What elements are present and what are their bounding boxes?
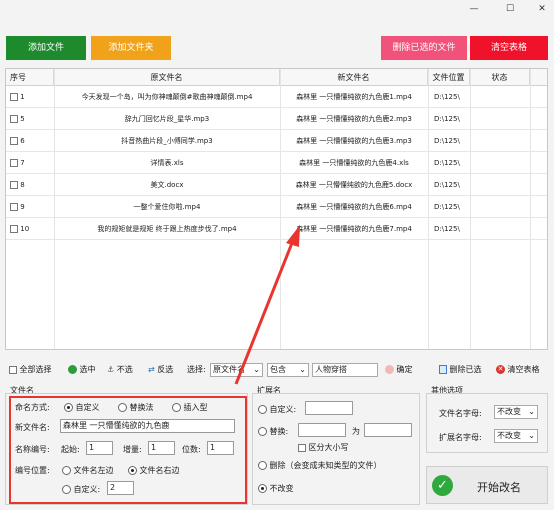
annotation-arrow	[234, 225, 300, 385]
arrow-line	[234, 242, 294, 385]
arrow-head-icon	[286, 225, 300, 247]
